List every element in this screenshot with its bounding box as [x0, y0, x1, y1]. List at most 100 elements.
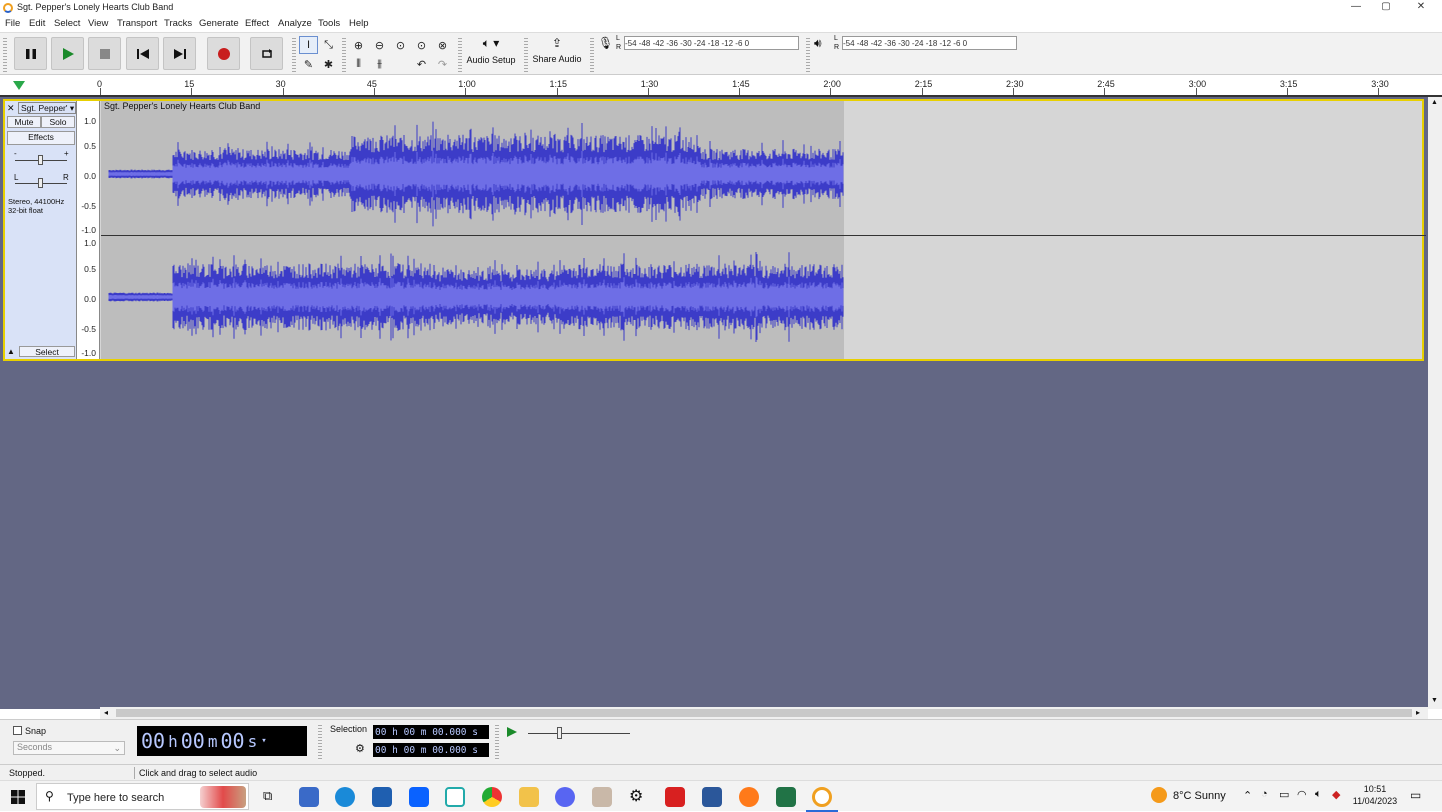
zoom-toggle-icon[interactable]: ⊗: [433, 36, 452, 54]
file-explorer-icon[interactable]: [519, 787, 539, 807]
selection-end-time[interactable]: 00 h 00 m 00.000 s: [373, 743, 489, 757]
share-audio-button[interactable]: ⇪ Share Audio: [530, 36, 584, 72]
track-close-icon[interactable]: ✕: [7, 103, 15, 114]
menu-select[interactable]: Select: [54, 18, 80, 29]
fit-project-icon[interactable]: ⊙: [412, 36, 431, 54]
menu-transport[interactable]: Transport: [117, 18, 157, 29]
envelope-tool-icon[interactable]: ⤡: [319, 36, 338, 54]
volume-icon[interactable]: 🔈︎: [1315, 788, 1322, 801]
audacity-taskbar-icon[interactable]: [812, 787, 832, 807]
zoom-out-icon[interactable]: ⊖: [370, 36, 389, 54]
draw-tool-icon[interactable]: ✎: [299, 55, 318, 73]
firefox-icon[interactable]: [739, 787, 759, 807]
edge-icon[interactable]: [335, 787, 355, 807]
menu-file[interactable]: File: [5, 18, 20, 29]
clip-title-bar[interactable]: Sgt. Pepper's Lonely Hearts Club Band: [101, 101, 844, 114]
scroll-right-icon[interactable]: ▸: [1416, 708, 1420, 717]
menu-tools[interactable]: Tools: [318, 18, 340, 29]
toolbar-grip[interactable]: [292, 36, 296, 72]
record-button[interactable]: [207, 37, 240, 70]
taskbar-clock[interactable]: 10:51 11/04/2023: [1352, 783, 1398, 807]
battery-icon[interactable]: ▭: [1279, 788, 1289, 801]
selection-mode-gear-icon[interactable]: ⚙: [355, 742, 365, 755]
scroll-up-icon[interactable]: ▲: [1431, 99, 1438, 106]
silence-audio-icon[interactable]: ⫵: [370, 55, 389, 73]
scroll-left-icon[interactable]: ◂: [104, 708, 108, 717]
maximize-button[interactable]: ▢: [1376, 1, 1396, 15]
collapse-track-icon[interactable]: ▲: [7, 347, 15, 356]
horizontal-scrollbar[interactable]: ◂ ▸: [100, 707, 1428, 719]
security-tray-icon[interactable]: ◆: [1332, 788, 1340, 801]
time-format-dropdown-icon[interactable]: ▾: [261, 736, 266, 746]
windows-start-icon[interactable]: [11, 790, 25, 804]
close-button[interactable]: ✕: [1411, 1, 1431, 15]
infinity-app-icon[interactable]: [445, 787, 465, 807]
play-speed-slider[interactable]: [557, 727, 562, 739]
menu-tracks[interactable]: Tracks: [164, 18, 192, 29]
playback-meter[interactable]: -54 -48 -42 -36 -30 -24 -18 -12 -6 0: [842, 36, 1017, 50]
horizontal-scroll-thumb[interactable]: [116, 709, 1412, 717]
selection-start-time[interactable]: 00 h 00 m 00.000 s: [373, 725, 489, 739]
timeline-ruler[interactable]: 0 15 30 45 1:00 1:15 1:30 1:45 2:00 2:15 2:30 2:45 3…: [0, 75, 1442, 97]
menu-analyze[interactable]: Analyze: [278, 18, 312, 29]
toolbar-grip[interactable]: [458, 36, 462, 72]
notifications-icon[interactable]: ▭: [1410, 788, 1421, 802]
play-button[interactable]: [51, 37, 84, 70]
playback-speaker-icon[interactable]: 🔊︎: [814, 36, 822, 51]
dropbox-icon[interactable]: [409, 787, 429, 807]
selection-tool-icon[interactable]: I: [299, 36, 318, 54]
chrome-icon[interactable]: [482, 787, 502, 807]
undo-icon[interactable]: ↶: [412, 55, 431, 73]
wifi-icon[interactable]: ◠: [1297, 788, 1307, 801]
loop-button[interactable]: [250, 37, 283, 70]
pause-button[interactable]: [14, 37, 47, 70]
toolbar-grip[interactable]: [318, 723, 322, 761]
audio-clip[interactable]: Sgt. Pepper's Lonely Hearts Club Band: [101, 101, 844, 359]
tray-icon[interactable]: ◔: [1261, 788, 1268, 800]
timeline-options-icon[interactable]: [12, 79, 26, 91]
stop-button[interactable]: [88, 37, 121, 70]
toolbar-grip[interactable]: [806, 36, 810, 72]
store-icon[interactable]: [299, 787, 319, 807]
multi-tool-icon[interactable]: ✱: [319, 55, 338, 73]
menu-view[interactable]: View: [88, 18, 108, 29]
scroll-down-icon[interactable]: ▼: [1431, 697, 1438, 704]
settings-gear-icon[interactable]: ⚙: [629, 786, 643, 806]
menu-effect[interactable]: Effect: [245, 18, 269, 29]
toolbar-grip[interactable]: [3, 36, 7, 72]
zoom-in-icon[interactable]: ⊕: [349, 36, 368, 54]
gain-slider[interactable]: [38, 155, 43, 165]
toolbar-grip[interactable]: [590, 36, 594, 72]
discord-icon[interactable]: [555, 787, 575, 807]
select-track-button[interactable]: Select: [19, 346, 75, 357]
menu-generate[interactable]: Generate: [199, 18, 239, 29]
vertical-scrollbar[interactable]: ▲ ▼: [1428, 97, 1442, 709]
skip-to-start-button[interactable]: [126, 37, 159, 70]
mail-icon[interactable]: [372, 787, 392, 807]
time-display[interactable]: 00 h 00 m 00 s ▾: [137, 726, 307, 756]
pan-slider[interactable]: [38, 178, 43, 188]
play-at-speed-icon[interactable]: [506, 726, 518, 738]
amplitude-ruler[interactable]: 1.0 0.5 0.0 -0.5 -1.0 1.0 0.5 0.0 -0.5 -…: [77, 101, 100, 359]
menu-help[interactable]: Help: [349, 18, 369, 29]
skip-to-end-button[interactable]: [163, 37, 196, 70]
mute-button[interactable]: Mute: [7, 116, 41, 128]
weather-sun-icon[interactable]: [1151, 787, 1167, 803]
audio-setup-button[interactable]: 🔈︎ ▾ Audio Setup: [463, 36, 519, 72]
snap-unit-select[interactable]: Seconds ⌄: [13, 741, 125, 755]
record-meter[interactable]: -54 -48 -42 -36 -30 -24 -18 -12 -6 0: [624, 36, 799, 50]
excel-icon[interactable]: [776, 787, 796, 807]
weather-text[interactable]: 8°C Sunny: [1173, 790, 1226, 802]
toolbar-grip[interactable]: [524, 36, 528, 72]
show-hidden-icons-chevron-icon[interactable]: ⌃: [1243, 789, 1252, 802]
paint-icon[interactable]: [592, 787, 612, 807]
minimize-button[interactable]: —: [1346, 1, 1366, 15]
track-area[interactable]: ✕ Sgt. Pepper' ▾ Mute Solo Effects - + L…: [0, 97, 1428, 709]
acrobat-icon[interactable]: [665, 787, 685, 807]
trim-audio-icon[interactable]: ⫴: [349, 55, 368, 73]
taskbar-search-box[interactable]: ⚲ Type here to search: [36, 783, 249, 810]
fit-selection-icon[interactable]: ⊙: [391, 36, 410, 54]
toolbar-grip[interactable]: [495, 723, 499, 761]
microphone-icon[interactable]: 🎙︎: [598, 36, 613, 50]
redo-icon[interactable]: ↷: [433, 55, 452, 73]
